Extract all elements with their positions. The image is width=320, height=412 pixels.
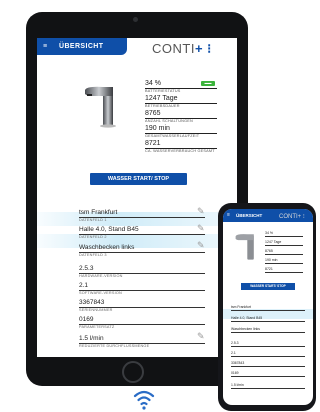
bluetooth-signal-icon — [133, 390, 155, 410]
flow-rate-label: REDUZIERTE DURCHFLUSSMENGE — [79, 344, 150, 348]
parameter-set-label: PARAMETERSATZ — [79, 325, 115, 329]
water-start-stop-button[interactable]: WASSER START/ STOP — [90, 173, 187, 185]
field-1-value[interactable]: tsm Frankfurt — [231, 305, 305, 311]
field-1-label: DATENFELD 1 — [79, 218, 107, 222]
tablet-device: ≡ ÜBERSICHT CONTI+ ⁝ ▬▬ 34 % BATTERIESTA… — [26, 12, 248, 386]
serial-number-value: 3367843 — [231, 361, 305, 367]
overview-tab-label[interactable]: ÜBERSICHT — [236, 213, 262, 218]
duration-label: GESAMTWASSERLAUFZEIT — [145, 134, 200, 138]
consumption-value: 8721 — [265, 267, 303, 273]
edit-pencil-icon[interactable]: ✎ — [197, 240, 207, 250]
field-3-value[interactable]: Waschbecken links — [231, 327, 305, 333]
switchings-value: 8765 — [265, 249, 303, 255]
phone-device: ≡ ÜBERSICHT CONTI+ ⁝ 34 % 1247 Tage 8765… — [218, 203, 316, 411]
home-button[interactable] — [122, 361, 144, 383]
battery-value: 34 % — [145, 80, 217, 89]
flow-rate-value[interactable]: 1.5 l/min — [79, 334, 205, 344]
software-version-value: 2.1 — [79, 281, 205, 291]
camera-dot — [133, 17, 138, 22]
parameter-set-value: 0169 — [231, 371, 305, 377]
edit-pencil-icon[interactable]: ✎ — [197, 331, 207, 341]
software-version-label: SOFTWARE-VERSION — [79, 291, 122, 295]
app-header: ≡ ÜBERSICHT CONTI+ ⁝ — [37, 38, 237, 62]
battery-value: 34 % — [265, 231, 303, 237]
parameter-set-value: 0169 — [79, 315, 205, 325]
runtime-value: 1247 Tage — [145, 95, 217, 104]
hardware-version-label: HARDWARE-VERSION — [79, 274, 123, 278]
water-start-stop-button[interactable]: WASSER START/ STOP — [241, 283, 295, 290]
duration-value: 190 min — [145, 125, 217, 134]
menu-icon[interactable]: ≡ — [43, 43, 47, 50]
hardware-version-value: 2.5.3 — [79, 264, 205, 274]
consumption-value: 8721 — [145, 140, 217, 149]
switchings-label: ANZAHL SCHALTUNGEN — [145, 119, 193, 123]
field-3-value[interactable]: Waschbecken links — [79, 243, 205, 253]
logo-text: CONTI — [152, 41, 195, 56]
serial-number-value: 3367843 — [79, 298, 205, 308]
menu-icon[interactable]: ≡ — [227, 212, 230, 218]
faucet-image — [85, 86, 116, 128]
serial-number-label: SERIENNUMMER — [79, 308, 113, 312]
phone-screen: ≡ ÜBERSICHT CONTI+ ⁝ 34 % 1247 Tage 8765… — [223, 209, 313, 405]
field-2-label: DATENFELD 2 — [79, 235, 107, 239]
field-2-value[interactable]: Halle 4.0, Stand B45 — [231, 316, 305, 322]
logo-plus: + ⁝ — [194, 41, 212, 56]
field-2-value[interactable]: Halle 4.0, Stand B45 — [79, 225, 205, 235]
field-1-value[interactable]: tsm Frankfurt — [79, 208, 205, 218]
battery-label: BATTERIESTATUS — [145, 89, 181, 93]
conti-logo: CONTI+ ⁝ — [152, 41, 212, 57]
switchings-value: 8765 — [145, 110, 217, 119]
hardware-version-value: 2.5.3 — [231, 341, 305, 347]
overview-tab-label: ÜBERSICHT — [59, 43, 104, 50]
field-3-label: DATENFELD 3 — [79, 253, 107, 257]
faucet-image — [235, 234, 254, 260]
edit-pencil-icon[interactable]: ✎ — [197, 206, 207, 216]
consumption-label: CA. WASSERVERBRAUCH GESAMT — [145, 149, 215, 153]
edit-pencil-icon[interactable]: ✎ — [197, 223, 207, 233]
runtime-label: BETRIEBSDAUER — [145, 104, 180, 108]
tablet-screen: ≡ ÜBERSICHT CONTI+ ⁝ ▬▬ 34 % BATTERIESTA… — [37, 38, 237, 357]
overview-tab[interactable]: ≡ ÜBERSICHT — [37, 38, 127, 55]
conti-logo: CONTI+ ⁝ — [279, 214, 305, 220]
software-version-value: 2.1 — [231, 351, 305, 357]
flow-rate-value[interactable]: 1.5 l/min — [231, 383, 305, 389]
runtime-value: 1247 Tage — [265, 240, 303, 246]
duration-value: 190 min — [265, 258, 303, 264]
